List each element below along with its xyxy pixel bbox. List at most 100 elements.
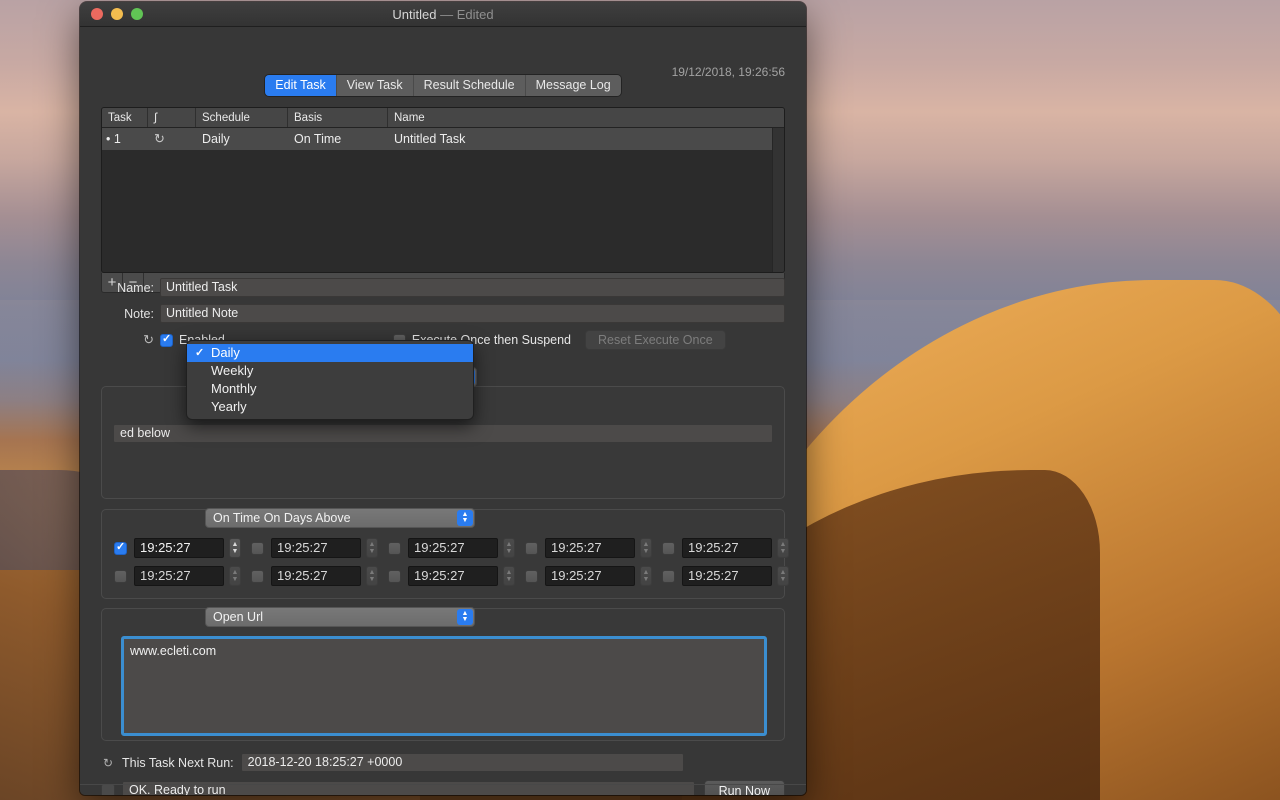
checkmark-icon: ✓ bbox=[195, 344, 204, 362]
schedule-dropdown-menu[interactable]: ✓ Daily Weekly Monthly Yearly bbox=[186, 340, 474, 420]
tab-bar: Edit Task View Task Result Schedule Mess… bbox=[80, 75, 806, 96]
menu-item-label: Weekly bbox=[211, 363, 253, 378]
time-input[interactable]: 19:25:27 bbox=[545, 538, 635, 558]
time-cell: 19:25:27 ▲▼ bbox=[114, 566, 241, 586]
minimize-icon[interactable] bbox=[111, 8, 123, 20]
time-checkbox[interactable] bbox=[251, 542, 264, 555]
time-grid: 19:25:27 ▲▼ 19:25:27 ▲▼ 19:25:27 ▲▼ bbox=[114, 538, 774, 586]
chevron-updown-icon: ▲▼ bbox=[457, 609, 473, 625]
time-cell: 19:25:27 ▲▼ bbox=[251, 538, 378, 558]
time-checkbox[interactable] bbox=[662, 542, 675, 555]
time-input[interactable]: 19:25:27 bbox=[134, 566, 224, 586]
time-checkbox[interactable] bbox=[662, 570, 675, 583]
time-checkbox[interactable] bbox=[525, 542, 538, 555]
menu-item-label: Monthly bbox=[211, 381, 257, 396]
close-icon[interactable] bbox=[91, 8, 103, 20]
window-titlebar: Untitled — Edited bbox=[80, 2, 806, 27]
time-cell: 19:25:27 ▲▼ bbox=[525, 566, 652, 586]
time-checkbox[interactable] bbox=[525, 570, 538, 583]
status-row: OK. Ready to run Run Now bbox=[101, 780, 785, 795]
time-cell: 19:25:27 ▲▼ bbox=[525, 538, 652, 558]
time-cell: 19:25:27 ▲▼ bbox=[662, 538, 789, 558]
table-scrollbar[interactable] bbox=[772, 128, 784, 272]
table-header-row: Task ∫ Schedule Basis Name bbox=[102, 108, 784, 128]
name-row: Name: Untitled Task bbox=[101, 278, 785, 297]
refresh-icon: ↻ bbox=[101, 756, 115, 770]
run-now-button[interactable]: Run Now bbox=[704, 780, 785, 795]
enabled-checkbox[interactable] bbox=[160, 334, 173, 347]
action-popup-button[interactable]: Open Url ▲▼ bbox=[205, 607, 475, 627]
table-empty-area bbox=[102, 150, 784, 272]
next-run-row: ↻ This Task Next Run: 2018-12-20 18:25:2… bbox=[101, 754, 785, 771]
schedule-description: ed below bbox=[114, 425, 772, 442]
task-table[interactable]: Task ∫ Schedule Basis Name • 1 ↻ Daily O… bbox=[101, 107, 785, 273]
window-title: Untitled — Edited bbox=[80, 7, 806, 22]
traffic-lights bbox=[91, 8, 143, 20]
menu-item-label: Yearly bbox=[211, 399, 247, 414]
time-stepper[interactable]: ▲▼ bbox=[366, 538, 378, 558]
time-stepper[interactable]: ▲▼ bbox=[229, 538, 241, 558]
chevron-updown-icon: ▲▼ bbox=[457, 510, 473, 526]
time-input[interactable]: 19:25:27 bbox=[545, 566, 635, 586]
cell-schedule: Daily bbox=[196, 132, 288, 146]
column-header-check[interactable]: ∫ bbox=[148, 108, 196, 127]
time-cell: 19:25:27 ▲▼ bbox=[251, 566, 378, 586]
column-header-task[interactable]: Task bbox=[102, 108, 148, 127]
time-stepper[interactable]: ▲▼ bbox=[777, 566, 789, 586]
time-checkbox[interactable] bbox=[388, 570, 401, 583]
note-row: Note: Untitled Note bbox=[101, 304, 785, 323]
menu-item-monthly[interactable]: Monthly bbox=[187, 380, 473, 398]
time-input[interactable]: 19:25:27 bbox=[408, 566, 498, 586]
time-input[interactable]: 19:25:27 bbox=[271, 538, 361, 558]
note-label: Note: bbox=[101, 307, 154, 321]
url-textarea[interactable]: www.ecleti.com bbox=[121, 636, 767, 736]
tab-message-log[interactable]: Message Log bbox=[526, 75, 621, 96]
tab-view-task[interactable]: View Task bbox=[337, 75, 414, 96]
time-checkbox[interactable] bbox=[251, 570, 264, 583]
cell-basis: On Time bbox=[288, 132, 388, 146]
zoom-icon[interactable] bbox=[131, 8, 143, 20]
time-stepper[interactable]: ▲▼ bbox=[640, 566, 652, 586]
table-row[interactable]: • 1 ↻ Daily On Time Untitled Task bbox=[102, 128, 784, 150]
time-input[interactable]: 19:25:27 bbox=[134, 538, 224, 558]
next-run-value: 2018-12-20 18:25:27 +0000 bbox=[242, 754, 683, 771]
time-checkbox[interactable] bbox=[114, 570, 127, 583]
time-stepper[interactable]: ▲▼ bbox=[229, 566, 241, 586]
note-input[interactable]: Untitled Note bbox=[160, 304, 785, 323]
time-stepper[interactable]: ▲▼ bbox=[640, 538, 652, 558]
reset-execute-once-button[interactable]: Reset Execute Once bbox=[585, 330, 726, 350]
refresh-icon: ↻ bbox=[148, 131, 196, 147]
time-checkbox[interactable] bbox=[114, 542, 127, 555]
time-row: 19:25:27 ▲▼ 19:25:27 ▲▼ 19:25:27 ▲▼ bbox=[114, 566, 774, 586]
time-input[interactable]: 19:25:27 bbox=[408, 538, 498, 558]
name-input[interactable]: Untitled Task bbox=[160, 278, 785, 297]
time-stepper[interactable]: ▲▼ bbox=[777, 538, 789, 558]
column-header-name[interactable]: Name bbox=[388, 108, 784, 127]
window-title-state: Edited bbox=[457, 7, 494, 22]
basis-popup-button[interactable]: On Time On Days Above ▲▼ bbox=[205, 508, 475, 528]
time-stepper[interactable]: ▲▼ bbox=[503, 538, 515, 558]
column-header-schedule[interactable]: Schedule bbox=[196, 108, 288, 127]
app-window: Untitled — Edited 19/12/2018, 19:26:56 E… bbox=[80, 2, 806, 795]
name-label: Name: bbox=[101, 281, 154, 295]
window-title-text: Untitled bbox=[392, 7, 436, 22]
refresh-icon: ↻ bbox=[101, 332, 154, 348]
action-groupbox: www.ecleti.com bbox=[101, 608, 785, 741]
menu-item-daily[interactable]: ✓ Daily bbox=[187, 344, 473, 362]
menu-item-yearly[interactable]: Yearly bbox=[187, 398, 473, 416]
tab-edit-task[interactable]: Edit Task bbox=[265, 75, 337, 96]
status-indicator bbox=[101, 784, 115, 796]
tab-result-schedule[interactable]: Result Schedule bbox=[414, 75, 526, 96]
time-input[interactable]: 19:25:27 bbox=[682, 566, 772, 586]
time-cell: 19:25:27 ▲▼ bbox=[388, 566, 515, 586]
time-checkbox[interactable] bbox=[388, 542, 401, 555]
column-header-basis[interactable]: Basis bbox=[288, 108, 388, 127]
time-stepper[interactable]: ▲▼ bbox=[503, 566, 515, 586]
cell-name: Untitled Task bbox=[388, 132, 784, 146]
time-cell: 19:25:27 ▲▼ bbox=[114, 538, 241, 558]
menu-item-weekly[interactable]: Weekly bbox=[187, 362, 473, 380]
time-row: 19:25:27 ▲▼ 19:25:27 ▲▼ 19:25:27 ▲▼ bbox=[114, 538, 774, 558]
time-stepper[interactable]: ▲▼ bbox=[366, 566, 378, 586]
time-input[interactable]: 19:25:27 bbox=[682, 538, 772, 558]
time-input[interactable]: 19:25:27 bbox=[271, 566, 361, 586]
